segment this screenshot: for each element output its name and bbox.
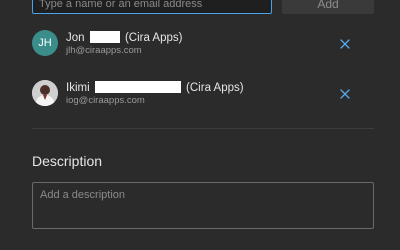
- invite-row: Add: [32, 0, 374, 16]
- add-button[interactable]: Add: [282, 0, 374, 14]
- member-row: JH Jon (Cira Apps) jlh@ciraapps.com: [0, 24, 400, 66]
- member-org: (Cira Apps): [186, 82, 244, 94]
- divider: [32, 128, 374, 129]
- description-field[interactable]: [32, 182, 374, 229]
- redaction: [94, 81, 181, 93]
- close-icon: [340, 39, 350, 49]
- avatar: [32, 80, 58, 106]
- redaction: [89, 31, 120, 43]
- member-name: Ikimi (Cira Apps): [66, 81, 244, 94]
- user-photo-icon: [32, 80, 58, 106]
- remove-member-button[interactable]: [337, 86, 353, 102]
- member-org: (Cira Apps): [124, 32, 183, 44]
- member-email: jlh@ciraapps.com: [66, 45, 142, 56]
- description-title: Description: [32, 153, 103, 169]
- close-icon: [340, 89, 350, 99]
- member-name: Jon (Cira Apps): [66, 31, 182, 44]
- remove-member-button[interactable]: [337, 36, 353, 52]
- member-row: Ikimi (Cira Apps) iog@ciraapps.com: [0, 74, 400, 116]
- avatar: JH: [32, 30, 58, 56]
- member-first-name: Jon: [66, 32, 85, 44]
- member-first-name: Ikimi: [66, 82, 90, 94]
- member-email: iog@ciraapps.com: [66, 95, 145, 106]
- member-list: JH Jon (Cira Apps) jlh@ciraapps.com Ikim…: [0, 24, 400, 124]
- invite-input[interactable]: [32, 0, 272, 14]
